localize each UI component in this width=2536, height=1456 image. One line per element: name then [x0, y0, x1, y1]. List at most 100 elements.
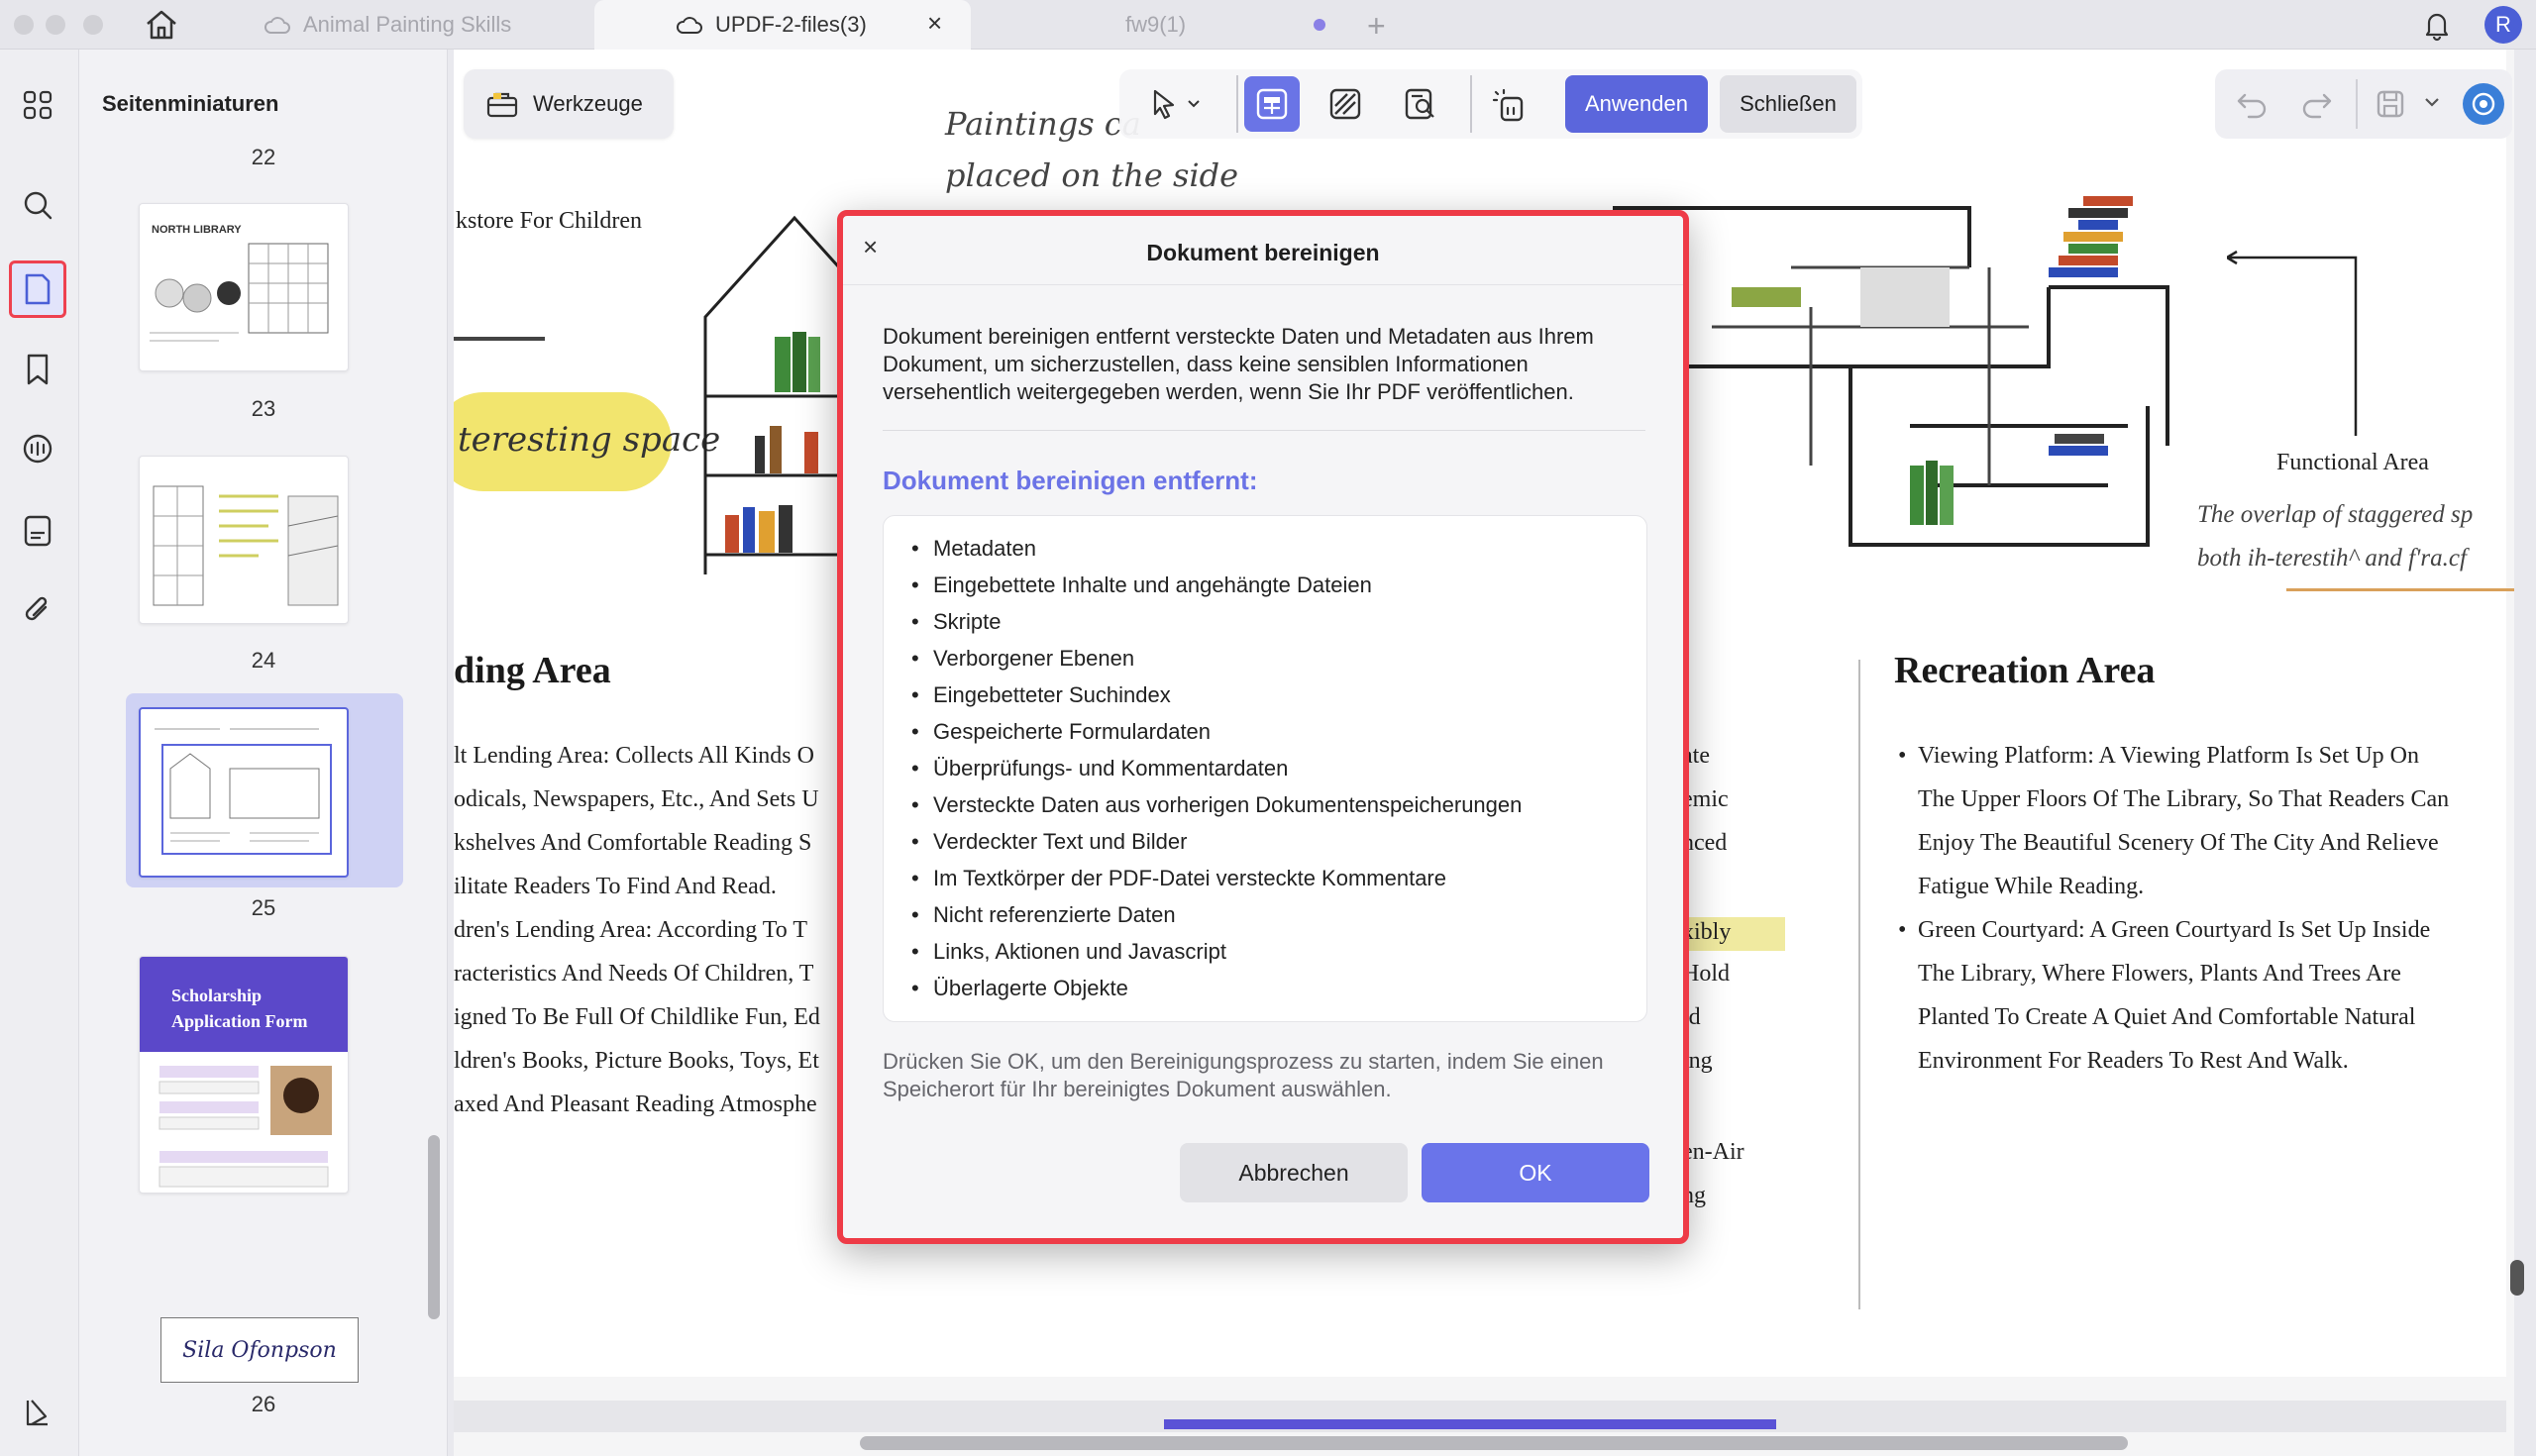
tab-animal-painting[interactable]: Animal Painting Skills	[210, 0, 584, 50]
window-zoom-dot[interactable]	[83, 15, 103, 35]
list-item: Metadaten	[911, 530, 1646, 567]
signature-box: Sila Ofonpson	[160, 1317, 359, 1383]
sanitize-document-button[interactable]	[1480, 76, 1535, 132]
redact-area-button[interactable]	[1318, 76, 1373, 132]
ok-button[interactable]: OK	[1422, 1143, 1649, 1202]
handwritten-note-line: Paintings ca	[945, 105, 1141, 143]
list-item: Im Textkörper der PDF-Datei versteckte K…	[911, 860, 1646, 896]
page-25-preview-image	[155, 728, 332, 855]
tab-close-icon[interactable]: ×	[927, 8, 942, 39]
layers-icon[interactable]	[17, 1392, 58, 1433]
toolbar-divider	[1236, 75, 1238, 133]
recreation-text-line: Fatigue While Reading.	[1918, 874, 2145, 899]
dialog-footer-text: Drücken Sie OK, um den Bereinigungsproze…	[883, 1049, 1604, 1101]
bookmark-icon[interactable]	[17, 349, 58, 390]
title-bar: Animal Painting Skills UPDF-2-files(3) ×…	[0, 0, 2536, 50]
thumb-form-title: Scholarship Application Form	[171, 986, 308, 1031]
page-number: 24	[251, 648, 276, 673]
removed-items-list: Metadaten Eingebettete Inhalte und angeh…	[883, 515, 1647, 1022]
dialog-divider	[883, 430, 1645, 431]
list-item: Nicht referenzierte Daten	[911, 896, 1646, 933]
tab-fw9[interactable]: fw9(1)	[981, 0, 1357, 50]
list-item: Gespeicherte Formulardaten	[911, 713, 1646, 750]
search-icon[interactable]	[17, 184, 58, 226]
dialog-header: × Dokument bereinigen	[843, 216, 1683, 285]
overlap-note-line: The overlap of staggered sp	[2197, 501, 2474, 528]
list-item: Eingebettete Inhalte und angehängte Date…	[911, 567, 1646, 603]
redo-icon[interactable]	[2300, 87, 2334, 126]
arrow-line	[454, 337, 545, 341]
horizontal-scrollbar[interactable]	[860, 1436, 2128, 1450]
recreation-text-line: Green Courtyard: A Green Courtyard Is Se…	[1918, 917, 2431, 943]
column-divider	[1858, 660, 1860, 1309]
new-tab-plus-icon[interactable]: +	[1367, 8, 1386, 45]
thumbnail-page-26[interactable]: Scholarship Application Form	[139, 956, 349, 1194]
thumbnail-page-26-lower	[139, 1194, 349, 1417]
window-minimize-dot[interactable]	[46, 15, 65, 35]
form-icon[interactable]	[17, 510, 58, 552]
cancel-button[interactable]: Abbrechen	[1180, 1143, 1408, 1202]
list-item: Links, Aktionen und Javascript	[911, 933, 1646, 970]
lending-text-line: odicals, Newspapers, Etc., And Sets U	[454, 786, 819, 812]
redact-text-button[interactable]	[1244, 76, 1300, 132]
dialog-title: Dokument bereinigen	[1146, 240, 1380, 265]
dialog-subtitle: Dokument bereinigen entfernt:	[883, 466, 1258, 495]
window-close-dot[interactable]	[14, 15, 34, 35]
undo-icon[interactable]	[2235, 87, 2269, 126]
thumbnail-panel: Seitenminiaturen 22 NORTH LIBRARY 23 24 …	[79, 50, 448, 1456]
chevron-down-icon[interactable]	[2423, 93, 2441, 116]
form-preview-image	[158, 1066, 332, 1188]
bullet: •	[1898, 917, 1907, 943]
mid-text-fragment: xibly	[1682, 919, 1732, 945]
overlap-note-line: both ih-terestih^ and f'ra.cf	[2197, 545, 2467, 572]
user-avatar[interactable]: R	[2484, 6, 2522, 44]
recreation-text-line: Environment For Readers To Rest And Walk…	[1918, 1048, 2349, 1074]
thumbnails-icon[interactable]	[9, 260, 66, 318]
tools-label: Werkzeuge	[533, 91, 643, 116]
functional-area-label: Functional Area	[2276, 450, 2429, 475]
handwritten-note-line: placed on the side	[945, 156, 1239, 194]
page-progress-bar	[1164, 1419, 1776, 1429]
list-item: Überprüfungs- und Kommentardaten	[911, 750, 1646, 786]
lending-text-line: lt Lending Area: Collects All Kinds O	[454, 743, 814, 769]
page-number: 22	[251, 145, 276, 169]
lending-text-line: axed And Pleasant Reading Atmosphe	[454, 1092, 817, 1117]
thumbnail-page-24[interactable]	[139, 456, 349, 624]
close-toolbar-button[interactable]: Schließen	[1720, 75, 1856, 133]
grid-icon[interactable]	[17, 84, 58, 126]
floorplan-sketch-image	[153, 485, 339, 606]
tools-button[interactable]: Werkzeuge	[464, 69, 674, 139]
save-icon[interactable]	[2374, 87, 2407, 126]
ai-assistant-icon[interactable]	[2463, 83, 2504, 125]
select-tool-button[interactable]	[1135, 76, 1215, 132]
mid-text-fragment: en-Air	[1682, 1139, 1744, 1165]
toolbar-divider	[2356, 79, 2358, 129]
dialog-intro-text: Dokument bereinigen entfernt versteckte …	[883, 324, 1594, 404]
thumbnail-scrollbar[interactable]	[428, 1135, 440, 1319]
home-icon[interactable]	[144, 8, 179, 42]
tab-updf-2-files[interactable]: UPDF-2-files(3) ×	[594, 0, 971, 50]
list-item: Skripte	[911, 603, 1646, 640]
recreation-text-line: Planted To Create A Quiet And Comfortabl…	[1918, 1004, 2416, 1030]
sanitize-document-dialog: × Dokument bereinigen Dokument bereinige…	[837, 210, 1689, 1244]
thumbnail-page-25[interactable]	[139, 707, 349, 878]
apply-button[interactable]: Anwenden	[1565, 75, 1708, 133]
list-item: Versteckte Daten aus vorherigen Dokument…	[911, 786, 1646, 823]
list-item: Eingebetteter Suchindex	[911, 676, 1646, 713]
lending-text-line: dren's Lending Area: According To T	[454, 917, 808, 943]
left-tool-rail	[0, 50, 79, 1456]
attachment-icon[interactable]	[17, 589, 58, 631]
thumbnail-page-23[interactable]: NORTH LIBRARY	[139, 203, 349, 371]
library-sketch-image	[150, 243, 329, 342]
bullet: •	[1898, 743, 1907, 769]
recreation-text-line: Viewing Platform: A Viewing Platform Is …	[1918, 743, 2419, 769]
vertical-scrollbar[interactable]	[2510, 1260, 2524, 1296]
mid-text-fragment: Hold	[1682, 961, 1730, 987]
search-redact-button[interactable]	[1393, 76, 1448, 132]
bell-icon[interactable]	[2420, 8, 2454, 42]
lending-area-heading: ding Area	[454, 650, 611, 691]
lending-text-line: racteristics And Needs Of Children, T	[454, 961, 814, 987]
underline-stroke	[2286, 588, 2514, 591]
comments-icon[interactable]	[17, 429, 58, 470]
recreation-text-line: The Upper Floors Of The Library, So That…	[1918, 786, 2450, 812]
